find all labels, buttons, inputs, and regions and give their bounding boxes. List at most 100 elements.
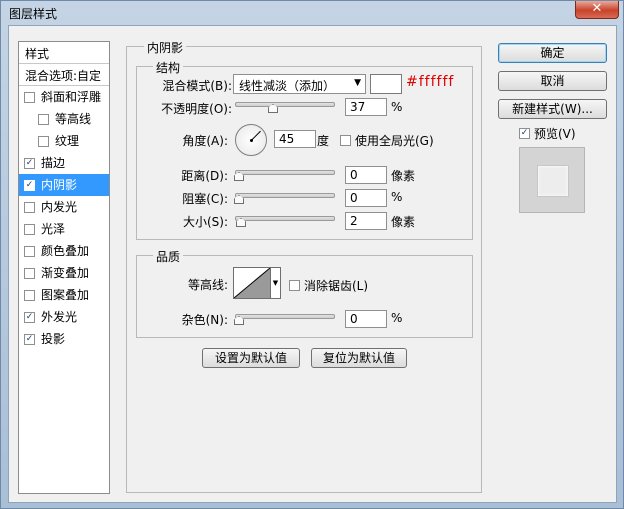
noise-slider-thumb[interactable] (234, 316, 244, 325)
shadow-color-swatch[interactable] (370, 74, 402, 94)
reset-default-button[interactable]: 复位为默认值 (311, 348, 407, 368)
anti-alias-checkbox[interactable] (289, 280, 300, 291)
style-item-label: 颜色叠加 (41, 244, 90, 258)
style-item[interactable]: 光泽 (19, 218, 109, 240)
style-item-checkbox[interactable]: ✓ (24, 180, 35, 191)
angle-unit: 度 (317, 134, 330, 148)
style-item-checkbox[interactable] (24, 92, 35, 103)
global-light-checkbox[interactable] (340, 135, 351, 146)
style-list-header[interactable]: 样式 (19, 42, 109, 64)
quality-title: 品质 (153, 248, 184, 265)
preview-label: 预览(V) (534, 127, 576, 141)
style-item-label: 斜面和浮雕 (41, 90, 102, 104)
anti-alias-label: 消除锯齿(L) (304, 279, 369, 293)
style-item-checkbox[interactable] (38, 114, 49, 125)
style-item-label: 描边 (41, 156, 66, 170)
close-button[interactable]: ✕ (575, 1, 619, 19)
blending-options-item[interactable]: 混合选项:自定 (19, 64, 109, 86)
structure-group: 结构 混合模式(B): 线性减淡（添加） ▼ #ffffff 不透明度(O): … (136, 59, 473, 240)
opacity-slider[interactable] (235, 102, 335, 113)
style-item[interactable]: 等高线 (19, 108, 109, 130)
distance-slider[interactable] (234, 170, 335, 181)
style-item[interactable]: ✓ 内阴影 (19, 174, 109, 196)
new-style-button[interactable]: 新建样式(W)... (498, 99, 607, 119)
style-item-label: 内阴影 (41, 178, 78, 192)
choke-slider-thumb[interactable] (234, 195, 244, 204)
style-item[interactable]: 内发光 (19, 196, 109, 218)
style-item-label: 等高线 (55, 112, 92, 126)
blend-mode-label: 混合模式(B): (162, 79, 232, 93)
opacity-input[interactable]: 37 (345, 98, 387, 116)
style-items: 斜面和浮雕 等高线 纹理 ✓ 描边 ✓ 内阴影 内发光 光泽 颜色叠加 渐变叠加 图案叠加 ✓ 外发光 ✓ 投… (19, 86, 109, 350)
angle-input[interactable]: 45 (274, 130, 316, 148)
inner-shadow-group: 内阴影 结构 混合模式(B): 线性减淡（添加） ▼ #ffffff 不透明度(… (126, 39, 482, 493)
layer-style-dialog: 图层样式 ✕ 样式 混合选项:自定 斜面和浮雕等高线纹理 ✓ 描边 ✓ 内阴影内发光光泽… (0, 0, 624, 509)
structure-title: 结构 (153, 59, 184, 76)
style-item-checkbox[interactable] (24, 290, 35, 301)
style-item-checkbox[interactable] (24, 224, 35, 235)
window-title: 图层样式 (9, 7, 58, 21)
noise-unit: % (391, 311, 403, 325)
style-item-checkbox[interactable]: ✓ (24, 312, 35, 323)
angle-dial[interactable] (235, 124, 267, 156)
style-item[interactable]: ✓ 投影 (19, 328, 109, 350)
color-hex-annotation: #ffffff (406, 74, 455, 90)
contour-linear-icon (233, 267, 271, 299)
style-item[interactable]: 斜面和浮雕 (19, 86, 109, 108)
preview-checkbox[interactable]: ✓ (519, 128, 530, 139)
make-default-button[interactable]: 设置为默认值 (202, 348, 300, 368)
opacity-unit: % (391, 100, 403, 114)
style-item-label: 内发光 (41, 200, 78, 214)
distance-slider-thumb[interactable] (234, 172, 244, 181)
choke-input[interactable]: 0 (345, 189, 387, 207)
style-item-checkbox[interactable] (38, 136, 49, 147)
quality-group: 品质 等高线: ▼ 消除锯齿(L) 杂色(N): 0 % (136, 248, 473, 338)
noise-input[interactable]: 0 (345, 310, 387, 328)
angle-label: 角度(A): (182, 134, 228, 148)
angle-hub (250, 139, 253, 142)
noise-slider[interactable] (234, 314, 335, 325)
style-item-label: 光泽 (41, 222, 66, 236)
style-preview-sample (537, 165, 569, 197)
size-slider[interactable] (235, 216, 335, 227)
blend-mode-select[interactable]: 线性减淡（添加） ▼ (233, 74, 366, 94)
distance-input[interactable]: 0 (345, 166, 387, 184)
style-item-checkbox[interactable] (24, 246, 35, 257)
noise-label: 杂色(N): (181, 313, 228, 327)
style-item[interactable]: 图案叠加 (19, 284, 109, 306)
style-item-label: 图案叠加 (41, 288, 90, 302)
ok-button[interactable]: 确定 (498, 43, 607, 63)
distance-label: 距离(D): (181, 169, 228, 183)
style-item-checkbox[interactable]: ✓ (24, 334, 35, 345)
style-item-label: 渐变叠加 (41, 266, 90, 280)
style-item-label: 投影 (41, 332, 66, 346)
style-item-checkbox[interactable]: ✓ (24, 158, 35, 169)
opacity-label: 不透明度(O): (161, 102, 232, 116)
style-preview-thumbnail (519, 147, 585, 213)
style-item[interactable]: 纹理 (19, 130, 109, 152)
chevron-down-icon: ▼ (354, 78, 361, 88)
opacity-slider-thumb[interactable] (268, 104, 278, 113)
style-item-checkbox[interactable] (24, 268, 35, 279)
global-light-label: 使用全局光(G) (355, 134, 434, 148)
inner-shadow-title: 内阴影 (144, 39, 187, 56)
style-item[interactable]: ✓ 外发光 (19, 306, 109, 328)
choke-slider[interactable] (234, 193, 335, 204)
style-item[interactable]: 颜色叠加 (19, 240, 109, 262)
style-item-checkbox[interactable] (24, 202, 35, 213)
distance-unit: 像素 (391, 169, 416, 183)
choke-label: 阻塞(C): (182, 192, 228, 206)
dialog-body: 样式 混合选项:自定 斜面和浮雕等高线纹理 ✓ 描边 ✓ 内阴影内发光光泽颜色叠加渐变叠… (8, 25, 617, 503)
contour-picker[interactable] (233, 267, 271, 299)
style-list: 样式 混合选项:自定 斜面和浮雕等高线纹理 ✓ 描边 ✓ 内阴影内发光光泽颜色叠加渐变叠… (18, 41, 110, 494)
blend-mode-value: 线性减淡（添加） (239, 79, 336, 93)
choke-unit: % (391, 190, 403, 204)
chevron-down-icon: ▼ (272, 279, 279, 287)
style-item[interactable]: 渐变叠加 (19, 262, 109, 284)
size-slider-thumb[interactable] (236, 218, 246, 227)
size-input[interactable]: 2 (345, 212, 387, 230)
style-item[interactable]: ✓ 描边 (19, 152, 109, 174)
contour-dropdown[interactable]: ▼ (271, 267, 281, 299)
title-bar[interactable]: 图层样式 ✕ (1, 1, 624, 25)
cancel-button[interactable]: 取消 (498, 71, 607, 91)
